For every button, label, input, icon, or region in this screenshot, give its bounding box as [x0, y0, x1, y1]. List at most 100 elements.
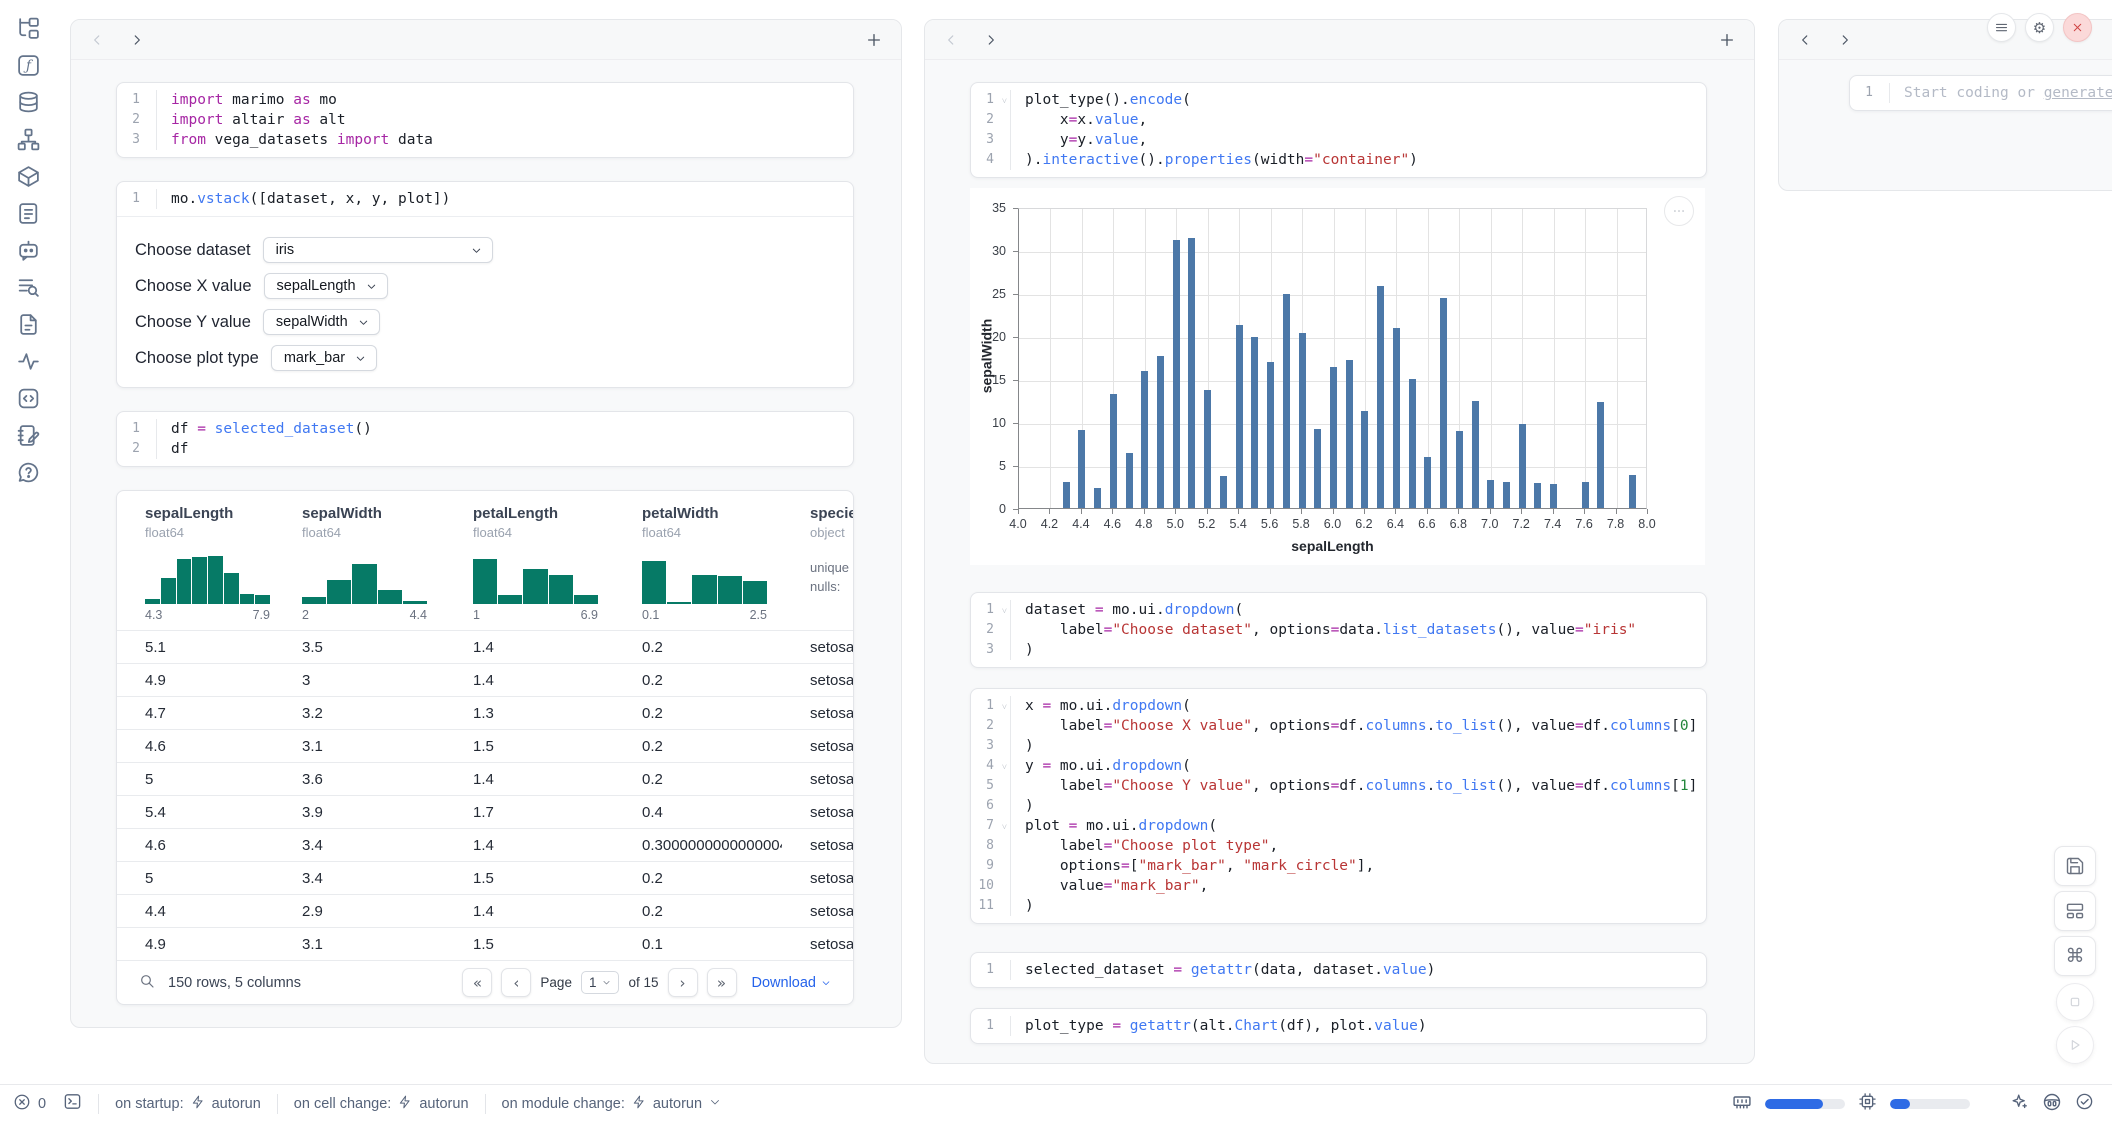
- first-page-button[interactable]: «: [462, 968, 492, 997]
- vstack-output: Choose dataset iris Choose X value sepal…: [117, 216, 853, 387]
- table-row: 5.13.51.40.2setosa: [117, 630, 853, 663]
- ram-usage-meter: [1765, 1099, 1845, 1109]
- add-cell-button[interactable]: [866, 32, 882, 48]
- keyboard-shortcuts-button[interactable]: ⌘: [2054, 936, 2096, 976]
- function-square-icon[interactable]: ƒ: [14, 51, 42, 79]
- table-column-header[interactable]: petalLengthfloat6416.9: [445, 505, 614, 622]
- table-row: 53.41.50.2setosa: [117, 861, 853, 894]
- code-block-icon[interactable]: [14, 384, 42, 412]
- code-editor[interactable]: 1˅x = mo.ui.dropdown(2 label="Choose X v…: [971, 689, 1706, 923]
- vstack-cell[interactable]: 1mo.vstack([dataset, x, y, plot]) Choose…: [116, 181, 854, 388]
- code-editor[interactable]: 1import marimo as mo2import altair as al…: [117, 83, 853, 157]
- terminal-icon: [63, 1092, 82, 1115]
- column-prev-button[interactable]: [1798, 33, 1812, 47]
- search-tracebacks-icon[interactable]: [14, 273, 42, 301]
- df-cell[interactable]: 1df = selected_dataset()2df: [116, 411, 854, 467]
- generate-link[interactable]: generate: [2044, 85, 2112, 101]
- plot-type-cell[interactable]: 1plot_type = getattr(alt.Chart(df), plot…: [970, 1008, 1707, 1044]
- code-editor[interactable]: 1df = selected_dataset()2df: [117, 412, 853, 466]
- table-column-header[interactable]: speciesobjectuniquenulls:: [782, 505, 854, 622]
- notebook-menu-button[interactable]: [1987, 13, 2016, 42]
- bar: [1629, 475, 1636, 508]
- cpu-icon: [1858, 1092, 1877, 1115]
- scratchpad-icon[interactable]: [14, 421, 42, 449]
- y-select-value: sepalWidth: [276, 314, 348, 330]
- search-icon[interactable]: [139, 973, 155, 993]
- plot-encode-cell[interactable]: 1˅plot_type().encode(2 x=x.value,3 y=y.v…: [970, 82, 1707, 178]
- table-column-header[interactable]: sepalWidthfloat6424.4: [274, 505, 445, 622]
- code-editor[interactable]: 1mo.vstack([dataset, x, y, plot]): [117, 182, 853, 216]
- chart-output[interactable]: 05101520253035 4.04.24.44.64.85.05.25.45…: [970, 188, 1705, 565]
- bar: [1472, 401, 1479, 509]
- page-select[interactable]: 1: [581, 971, 620, 994]
- x-value-select[interactable]: sepalLength: [264, 273, 388, 299]
- column-next-button[interactable]: [130, 33, 144, 47]
- dataset-select[interactable]: iris: [263, 237, 493, 263]
- settings-gear-icon[interactable]: ⚙: [2025, 13, 2054, 42]
- selected-dataset-cell[interactable]: 1selected_dataset = getattr(data, datase…: [970, 952, 1707, 988]
- table-footer: 150 rows, 5 columns « ‹ Page 1 of 15 › »: [117, 960, 853, 1004]
- empty-cell[interactable]: 1 Start coding or generate with AI: [1849, 75, 2112, 111]
- run-button[interactable]: [2056, 1026, 2094, 1064]
- bar: [1393, 328, 1400, 508]
- ram-icon: [1732, 1092, 1752, 1116]
- chevron-down-icon: [355, 353, 366, 364]
- bar: [1251, 337, 1258, 508]
- table-column-header[interactable]: sepalLengthfloat644.37.9: [117, 505, 274, 622]
- save-button[interactable]: [2054, 846, 2096, 886]
- zap-icon: [632, 1095, 646, 1113]
- copilot-icon[interactable]: [2042, 1092, 2062, 1116]
- column-prev-button[interactable]: [944, 33, 958, 47]
- bar: [1078, 430, 1085, 508]
- code-placeholder-input[interactable]: Start coding or generate with AI: [1890, 83, 2112, 103]
- column-next-button[interactable]: [1838, 33, 1852, 47]
- chart-menu-button[interactable]: [1664, 196, 1694, 226]
- package-icon[interactable]: [14, 162, 42, 190]
- y-value-select[interactable]: sepalWidth: [263, 309, 380, 335]
- ai-sparkles-icon[interactable]: [2010, 1092, 2029, 1115]
- on-module-change-toggle[interactable]: on module change: autorun: [502, 1095, 722, 1113]
- bar: [1220, 476, 1227, 508]
- column-prev-button[interactable]: [90, 33, 104, 47]
- prev-page-button[interactable]: ‹: [501, 968, 531, 997]
- imports-cell[interactable]: 1import marimo as mo2import altair as al…: [116, 82, 854, 158]
- on-startup-toggle[interactable]: on startup: autorun: [115, 1095, 261, 1113]
- bar: [1267, 362, 1274, 508]
- activity-icon[interactable]: [14, 347, 42, 375]
- bar: [1503, 482, 1510, 508]
- add-cell-button[interactable]: [1719, 32, 1735, 48]
- last-page-button[interactable]: »: [707, 968, 737, 997]
- terminal-button[interactable]: [63, 1092, 82, 1115]
- plot-type-select[interactable]: mark_bar: [271, 345, 377, 371]
- xy-plot-dropdowns-cell[interactable]: 1˅x = mo.ui.dropdown(2 label="Choose X v…: [970, 688, 1707, 924]
- help-icon[interactable]: [14, 458, 42, 486]
- code-editor[interactable]: 1plot_type = getattr(alt.Chart(df), plot…: [971, 1009, 1706, 1043]
- snippets-file-icon[interactable]: [14, 310, 42, 338]
- column-next-button[interactable]: [984, 33, 998, 47]
- code-editor[interactable]: 1˅dataset = mo.ui.dropdown(2 label="Choo…: [971, 593, 1706, 667]
- code-editor[interactable]: 1selected_dataset = getattr(data, datase…: [971, 953, 1706, 987]
- marimo-app: ƒ 1import marimo as mo2import altair as …: [0, 0, 2112, 1122]
- shutdown-close-button[interactable]: [2063, 13, 2092, 42]
- table-column-header[interactable]: petalWidthfloat640.12.5: [614, 505, 782, 622]
- next-page-button[interactable]: ›: [668, 968, 698, 997]
- ai-chat-icon[interactable]: [14, 236, 42, 264]
- table-row: 53.61.40.2setosa: [117, 762, 853, 795]
- stop-button[interactable]: [2056, 983, 2094, 1021]
- column-2-header: [925, 20, 1754, 60]
- errors-indicator[interactable]: 0: [13, 1093, 46, 1115]
- file-explorer-icon[interactable]: [14, 14, 42, 42]
- dataset-dropdown-cell[interactable]: 1˅dataset = mo.ui.dropdown(2 label="Choo…: [970, 592, 1707, 668]
- chevron-down-icon: [709, 1096, 721, 1112]
- connection-status-icon[interactable]: [2075, 1092, 2094, 1115]
- download-button[interactable]: Download: [752, 975, 832, 991]
- plot-area[interactable]: [1018, 208, 1647, 509]
- logs-scroll-icon[interactable]: [14, 199, 42, 227]
- layout-toggle-button[interactable]: [2054, 891, 2096, 931]
- on-cell-change-toggle[interactable]: on cell change: autorun: [294, 1095, 469, 1113]
- dependency-graph-icon[interactable]: [14, 125, 42, 153]
- code-editor[interactable]: 1˅plot_type().encode(2 x=x.value,3 y=y.v…: [971, 83, 1706, 177]
- bar: [1299, 333, 1306, 508]
- database-icon[interactable]: [14, 88, 42, 116]
- chevron-down-icon: [471, 245, 482, 256]
